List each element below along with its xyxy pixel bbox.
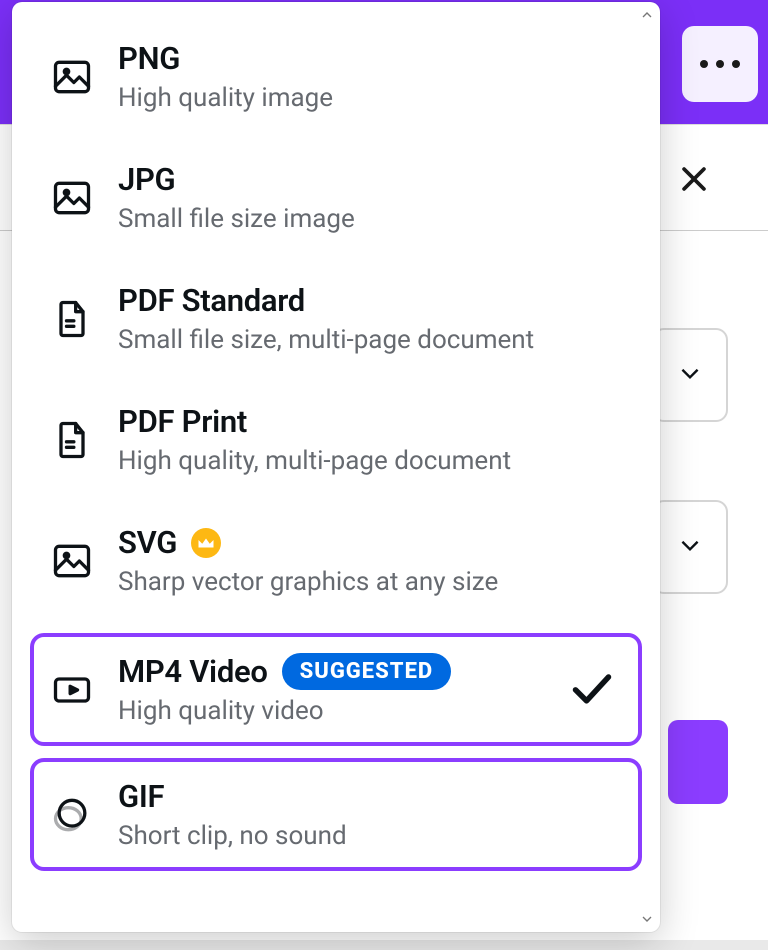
premium-crown-icon [191, 528, 221, 558]
image-icon [50, 176, 94, 220]
option-title: PDF Standard [118, 282, 622, 319]
close-button[interactable] [670, 155, 718, 203]
option-desc: High quality image [118, 83, 622, 113]
check-icon [570, 671, 614, 709]
more-button[interactable] [682, 26, 758, 102]
file-type-option-svg[interactable]: SVG Sharp vector graphics at any size [30, 500, 642, 621]
chevron-down-icon [677, 532, 703, 562]
option-desc: High quality video [118, 696, 622, 726]
more-dots-icon [700, 60, 708, 68]
document-icon [50, 418, 94, 462]
option-desc: Sharp vector graphics at any size [118, 567, 622, 597]
option-title: MP4 Video [118, 653, 268, 690]
file-type-option-mp4[interactable]: MP4 Video SUGGESTED High quality video [30, 633, 642, 746]
file-type-option-pdf-standard[interactable]: PDF Standard Small file size, multi-page… [30, 258, 642, 379]
option-title: PNG [118, 40, 622, 77]
download-button[interactable] [668, 720, 728, 804]
video-icon [50, 668, 94, 712]
option-desc: High quality, multi-page document [118, 446, 622, 476]
image-icon [50, 55, 94, 99]
file-type-option-jpg[interactable]: JPG Small file size image [30, 137, 642, 258]
option-title: GIF [118, 778, 622, 815]
file-type-dropdown-menu: PNG High quality image JPG Small file si… [12, 2, 660, 932]
scroll-down-arrow[interactable] [637, 909, 657, 929]
option-title: JPG [118, 161, 622, 198]
file-type-option-pdf-print[interactable]: PDF Print High quality, multi-page docum… [30, 379, 642, 500]
chevron-down-icon [677, 360, 703, 390]
gif-icon [50, 793, 94, 837]
more-dots-icon [732, 60, 740, 68]
background-dropdown-1[interactable] [652, 328, 728, 422]
suggested-badge: SUGGESTED [282, 653, 452, 690]
document-icon [50, 297, 94, 341]
image-icon [50, 539, 94, 583]
file-type-option-gif[interactable]: GIF Short clip, no sound [30, 758, 642, 871]
option-title: SVG [118, 524, 177, 561]
option-desc: Small file size image [118, 204, 622, 234]
more-dots-icon [716, 60, 724, 68]
option-desc: Small file size, multi-page document [118, 325, 622, 355]
option-title: PDF Print [118, 403, 622, 440]
close-icon [677, 162, 711, 196]
background-dropdown-2[interactable] [652, 500, 728, 594]
option-desc: Short clip, no sound [118, 821, 622, 851]
file-type-option-png[interactable]: PNG High quality image [30, 16, 642, 137]
